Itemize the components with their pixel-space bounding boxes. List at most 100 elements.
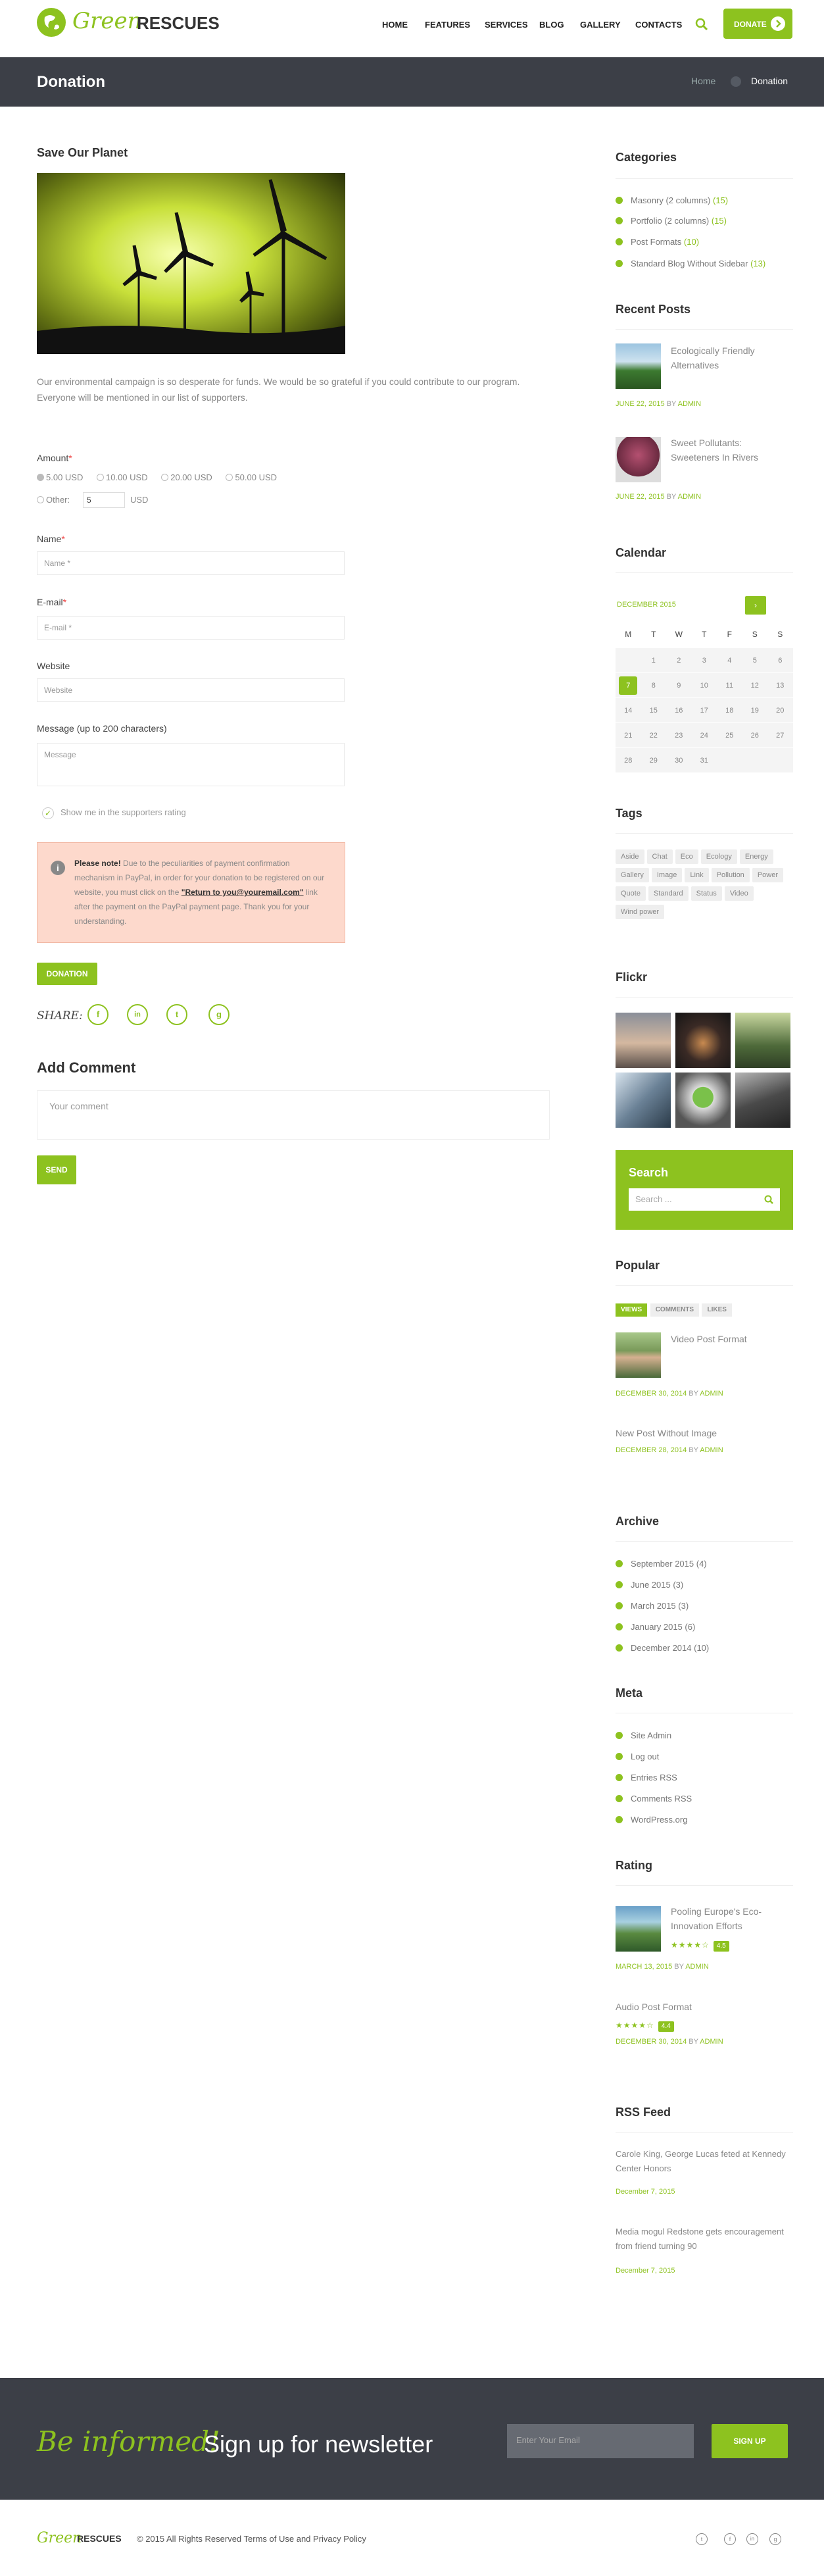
rating-post-title[interactable]: Pooling Europe's Eco-Innovation Efforts [671, 1904, 789, 1933]
tab-views[interactable]: VIEWS [616, 1303, 648, 1317]
meta-link[interactable]: WordPress.org [616, 1815, 687, 1825]
calendar-day[interactable]: 17 [692, 698, 717, 722]
calendar-day[interactable]: 14 [616, 698, 641, 722]
flickr-photo[interactable] [675, 1073, 731, 1128]
calendar-day[interactable]: 26 [742, 723, 768, 747]
logo-text-green[interactable]: Green [72, 8, 142, 34]
archive-item[interactable]: March 2015 (3) [616, 1601, 689, 1611]
flickr-photo[interactable] [675, 1013, 731, 1068]
calendar-day[interactable]: 21 [616, 723, 641, 747]
amount-option-50[interactable]: 50.00 USD [226, 472, 277, 482]
tag-link[interactable]: Standard [648, 886, 689, 901]
calendar-day[interactable]: 18 [717, 698, 742, 722]
category-item[interactable]: Portfolio (2 columns) (15) [616, 216, 727, 226]
popular-post-title[interactable]: New Post Without Image [616, 1426, 717, 1440]
calendar-day[interactable]: 12 [742, 673, 768, 697]
tag-link[interactable]: Gallery [616, 868, 649, 882]
message-field[interactable]: Message [37, 743, 345, 786]
calendar-day[interactable]: 10 [692, 673, 717, 697]
post-thumbnail[interactable] [616, 1906, 661, 1952]
search-icon[interactable] [695, 18, 708, 34]
calendar-day[interactable]: 23 [666, 723, 692, 747]
website-field[interactable]: Website [37, 678, 345, 702]
archive-item[interactable]: September 2015 (4) [616, 1559, 707, 1569]
amount-option-5[interactable]: 5.00 USD [37, 472, 83, 482]
tag-link[interactable]: Chat [646, 849, 673, 864]
name-field[interactable]: Name * [37, 551, 345, 575]
amount-option-10[interactable]: 10.00 USD [97, 472, 148, 482]
amount-other-input[interactable]: 5 [83, 492, 125, 508]
tag-link[interactable]: Link [685, 868, 709, 882]
nav-blog[interactable]: BLOG [539, 20, 564, 30]
calendar-day[interactable]: 28 [616, 748, 641, 772]
chevron-right-icon[interactable]: › [745, 596, 766, 615]
flickr-photo[interactable] [735, 1013, 790, 1068]
calendar-day[interactable]: 4 [717, 648, 742, 672]
post-thumbnail[interactable] [616, 343, 661, 389]
tag-link[interactable]: Video [724, 886, 754, 901]
popular-post-title[interactable]: Video Post Format [671, 1332, 789, 1346]
meta-link[interactable]: Site Admin [616, 1730, 671, 1740]
logo-text-dark[interactable]: RESCUES [137, 13, 220, 34]
calendar-day[interactable]: 2 [666, 648, 692, 672]
calendar-day[interactable]: 1 [641, 648, 667, 672]
calendar-day[interactable]: 27 [767, 723, 793, 747]
amount-option-20[interactable]: 20.00 USD [161, 472, 212, 482]
tag-link[interactable]: Ecology [700, 849, 737, 864]
comment-field[interactable]: Your comment [37, 1090, 550, 1140]
tag-link[interactable]: Wind power [616, 905, 665, 919]
tag-link[interactable]: Aside [616, 849, 644, 864]
return-link[interactable]: "Return to you@youremail.com" [182, 888, 304, 897]
linkedin-icon[interactable]: in [746, 2533, 758, 2545]
donate-button[interactable]: DONATE [723, 9, 792, 39]
twitter-icon[interactable]: t [696, 2533, 708, 2545]
post-thumbnail[interactable] [616, 1332, 661, 1378]
meta-link[interactable]: Entries RSS [616, 1773, 677, 1782]
calendar-day[interactable]: 19 [742, 698, 768, 722]
nav-home[interactable]: HOME [382, 20, 408, 30]
tag-link[interactable]: Power [752, 868, 783, 882]
rating-post-title[interactable]: Audio Post Format [616, 2000, 692, 2014]
calendar-day[interactable]: 24 [692, 723, 717, 747]
footer-logo-dark[interactable]: RESCUES [77, 2533, 122, 2544]
search-input[interactable]: Search ... [629, 1188, 780, 1211]
tag-link[interactable]: Quote [616, 886, 646, 901]
tag-link[interactable]: Eco [675, 849, 698, 864]
logo-globe-icon[interactable] [37, 8, 66, 37]
calendar-day[interactable]: 11 [717, 673, 742, 697]
nav-contacts[interactable]: CONTACTS [635, 20, 682, 30]
flickr-photo[interactable] [735, 1073, 790, 1128]
search-icon[interactable] [764, 1195, 773, 1207]
donation-button[interactable]: DONATION [37, 963, 97, 985]
breadcrumb-home[interactable]: Home [691, 76, 715, 86]
calendar-day[interactable]: 16 [666, 698, 692, 722]
googleplus-icon[interactable]: g [208, 1004, 230, 1025]
calendar-day[interactable]: 6 [767, 648, 793, 672]
twitter-icon[interactable]: t [166, 1004, 187, 1025]
archive-item[interactable]: December 2014 (10) [616, 1643, 709, 1653]
footer-logo-green[interactable]: Green [37, 2530, 82, 2546]
category-item[interactable]: Post Formats (10) [616, 237, 699, 247]
facebook-icon[interactable]: f [87, 1004, 109, 1025]
facebook-icon[interactable]: f [724, 2533, 736, 2545]
rss-item-title[interactable]: Carole King, George Lucas feted at Kenne… [616, 2147, 793, 2176]
calendar-day[interactable]: 22 [641, 723, 667, 747]
tab-likes[interactable]: LIKES [702, 1303, 732, 1317]
linkedin-icon[interactable]: in [127, 1004, 148, 1025]
flickr-photo[interactable] [616, 1073, 671, 1128]
calendar-day[interactable]: 8 [641, 673, 667, 697]
recent-post-title[interactable]: Ecologically Friendly Alternatives [671, 343, 789, 372]
category-item[interactable]: Standard Blog Without Sidebar (13) [616, 259, 765, 268]
calendar-day[interactable]: 7 [616, 673, 641, 697]
tab-comments[interactable]: COMMENTS [650, 1303, 700, 1317]
tag-link[interactable]: Status [691, 886, 722, 901]
calendar-day[interactable]: 13 [767, 673, 793, 697]
amount-other-radio[interactable]: Other: [37, 495, 70, 505]
rss-item-title[interactable]: Media mogul Redstone gets encouragement … [616, 2225, 793, 2254]
calendar-day[interactable]: 15 [641, 698, 667, 722]
flickr-photo[interactable] [616, 1013, 671, 1068]
googleplus-icon[interactable]: g [769, 2533, 781, 2545]
signup-button[interactable]: SIGN UP [712, 2424, 788, 2458]
archive-item[interactable]: January 2015 (6) [616, 1622, 695, 1632]
calendar-day[interactable]: 3 [692, 648, 717, 672]
